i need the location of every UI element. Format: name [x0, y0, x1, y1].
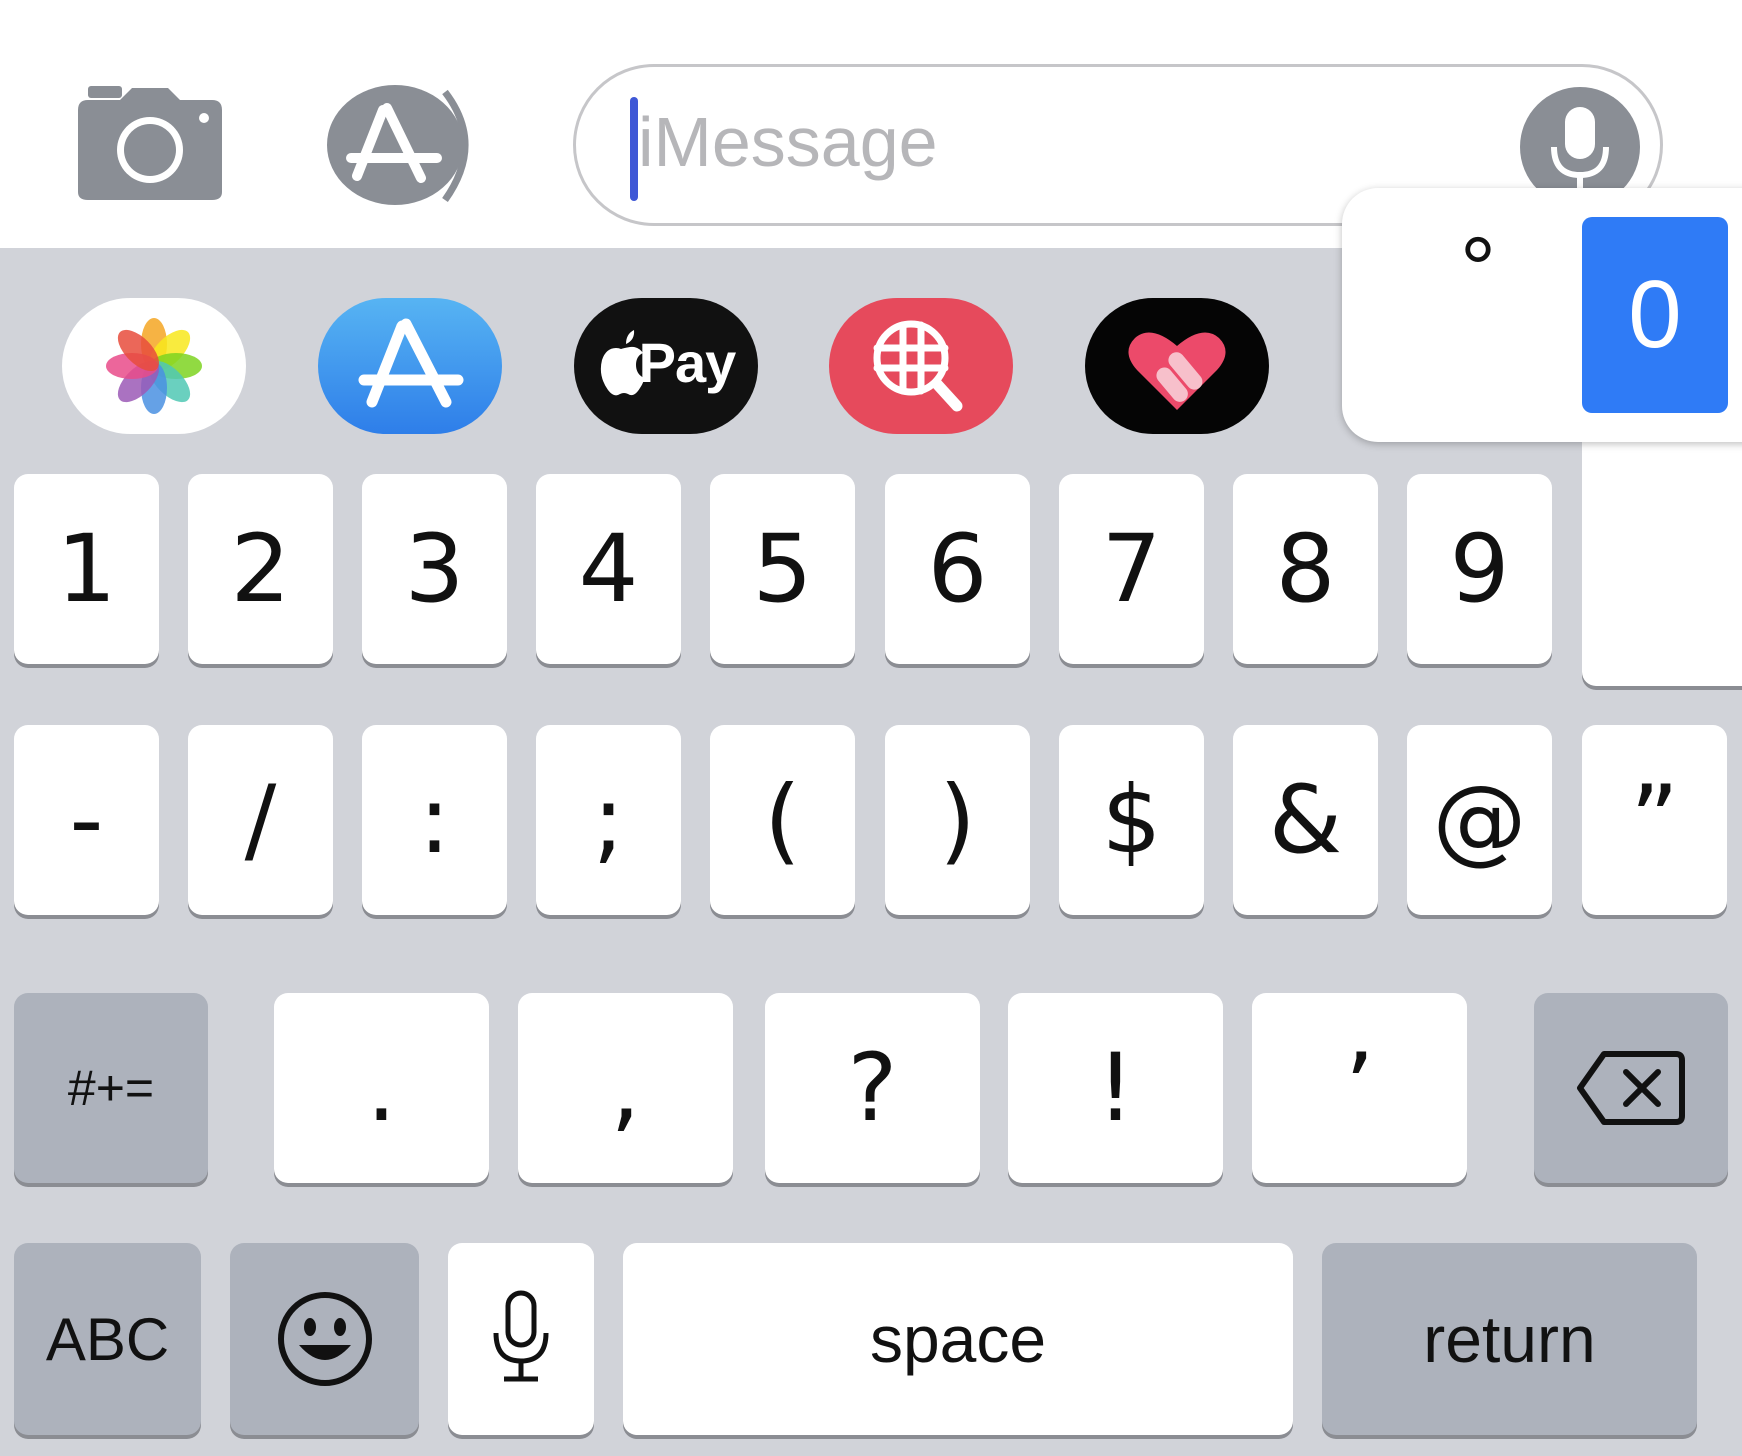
globe-search-icon: [873, 320, 963, 412]
app-store-icon: [327, 85, 469, 205]
camera-icon: [78, 86, 222, 200]
key-close-paren[interactable]: ): [885, 725, 1030, 915]
key-0-stem[interactable]: [1582, 420, 1742, 686]
key-label: !: [1096, 1033, 1135, 1143]
apps-button[interactable]: [325, 82, 495, 207]
key-colon[interactable]: :: [362, 725, 507, 915]
text-cursor: [630, 97, 638, 201]
key-label: ABC: [45, 1305, 170, 1373]
key-label: ;: [592, 765, 625, 875]
key-label: ’: [1344, 1033, 1375, 1143]
more-symbols-key[interactable]: #+=: [14, 993, 208, 1183]
popup-option-zero-selected[interactable]: 0: [1582, 217, 1728, 413]
key-label: /: [244, 765, 277, 875]
microphone-icon: [493, 1290, 549, 1382]
key-exclamation[interactable]: !: [1008, 993, 1223, 1183]
key-question[interactable]: ?: [765, 993, 980, 1183]
return-key[interactable]: return: [1322, 1243, 1697, 1435]
key-label: return: [1423, 1302, 1596, 1376]
key-label: $: [1101, 765, 1162, 875]
key-label: (: [764, 765, 801, 875]
space-key[interactable]: space: [623, 1243, 1293, 1435]
key-label: ?: [847, 1033, 898, 1143]
app-apple-pay[interactable]: Pay: [574, 298, 758, 434]
app-photos[interactable]: [62, 298, 246, 434]
key-comma[interactable]: ,: [518, 993, 733, 1183]
emoji-smiley-icon: [277, 1292, 372, 1386]
key-open-paren[interactable]: (: [710, 725, 855, 915]
emoji-key[interactable]: [230, 1243, 419, 1435]
key-6[interactable]: 6: [885, 474, 1030, 664]
key-label: space: [869, 1302, 1047, 1376]
camera-button[interactable]: [70, 80, 230, 205]
apple-pay-label: Pay: [638, 331, 737, 394]
key-semicolon[interactable]: ;: [536, 725, 681, 915]
key-label: -: [69, 765, 104, 875]
key-label: .: [366, 1033, 397, 1143]
delete-key[interactable]: [1534, 993, 1728, 1183]
key-label: 5: [752, 514, 813, 624]
key-label: &: [1268, 765, 1343, 875]
key-label: 6: [927, 514, 988, 624]
app-app-store[interactable]: [318, 298, 502, 434]
key-9[interactable]: 9: [1407, 474, 1552, 664]
key-hyphen[interactable]: -: [14, 725, 159, 915]
key-7[interactable]: 7: [1059, 474, 1204, 664]
key-label: 7: [1101, 514, 1162, 624]
key-period[interactable]: .: [274, 993, 489, 1183]
key-label: 4: [578, 514, 639, 624]
key-label: 9: [1449, 514, 1510, 624]
key-1[interactable]: 1: [14, 474, 159, 664]
key-label: ,: [610, 1033, 641, 1143]
dictation-key[interactable]: [448, 1243, 594, 1435]
app-digital-touch[interactable]: [1085, 298, 1269, 434]
abc-key[interactable]: ABC: [14, 1243, 201, 1435]
key-apostrophe[interactable]: ’: [1252, 993, 1467, 1183]
key-label: @: [1432, 765, 1527, 875]
key-label: ): [939, 765, 976, 875]
key-label: #+=: [67, 1060, 155, 1116]
key-label: :: [418, 765, 451, 875]
key-5[interactable]: 5: [710, 474, 855, 664]
key-label: ”: [1630, 765, 1679, 875]
key-3[interactable]: 3: [362, 474, 507, 664]
key-quote[interactable]: ”: [1582, 725, 1727, 915]
key-at[interactable]: @: [1407, 725, 1552, 915]
app-store-icon: [358, 318, 464, 408]
key-4[interactable]: 4: [536, 474, 681, 664]
key-label: 2: [230, 514, 291, 624]
key-ampersand[interactable]: &: [1233, 725, 1378, 915]
message-placeholder: iMessage: [638, 103, 938, 181]
key-label: 3: [404, 514, 465, 624]
key-slash[interactable]: /: [188, 725, 333, 915]
key-8[interactable]: 8: [1233, 474, 1378, 664]
popup-option-label: 0: [1628, 261, 1682, 368]
photos-icon: [106, 318, 202, 414]
key-dollar[interactable]: $: [1059, 725, 1204, 915]
key-2[interactable]: 2: [188, 474, 333, 664]
popup-option-degree[interactable]: °: [1428, 225, 1528, 340]
heart-touch-icon: [1128, 332, 1226, 410]
app-image-search[interactable]: [829, 298, 1013, 434]
key-label: 8: [1275, 514, 1336, 624]
backspace-icon: [1577, 1051, 1685, 1125]
key-label: 1: [56, 514, 117, 624]
